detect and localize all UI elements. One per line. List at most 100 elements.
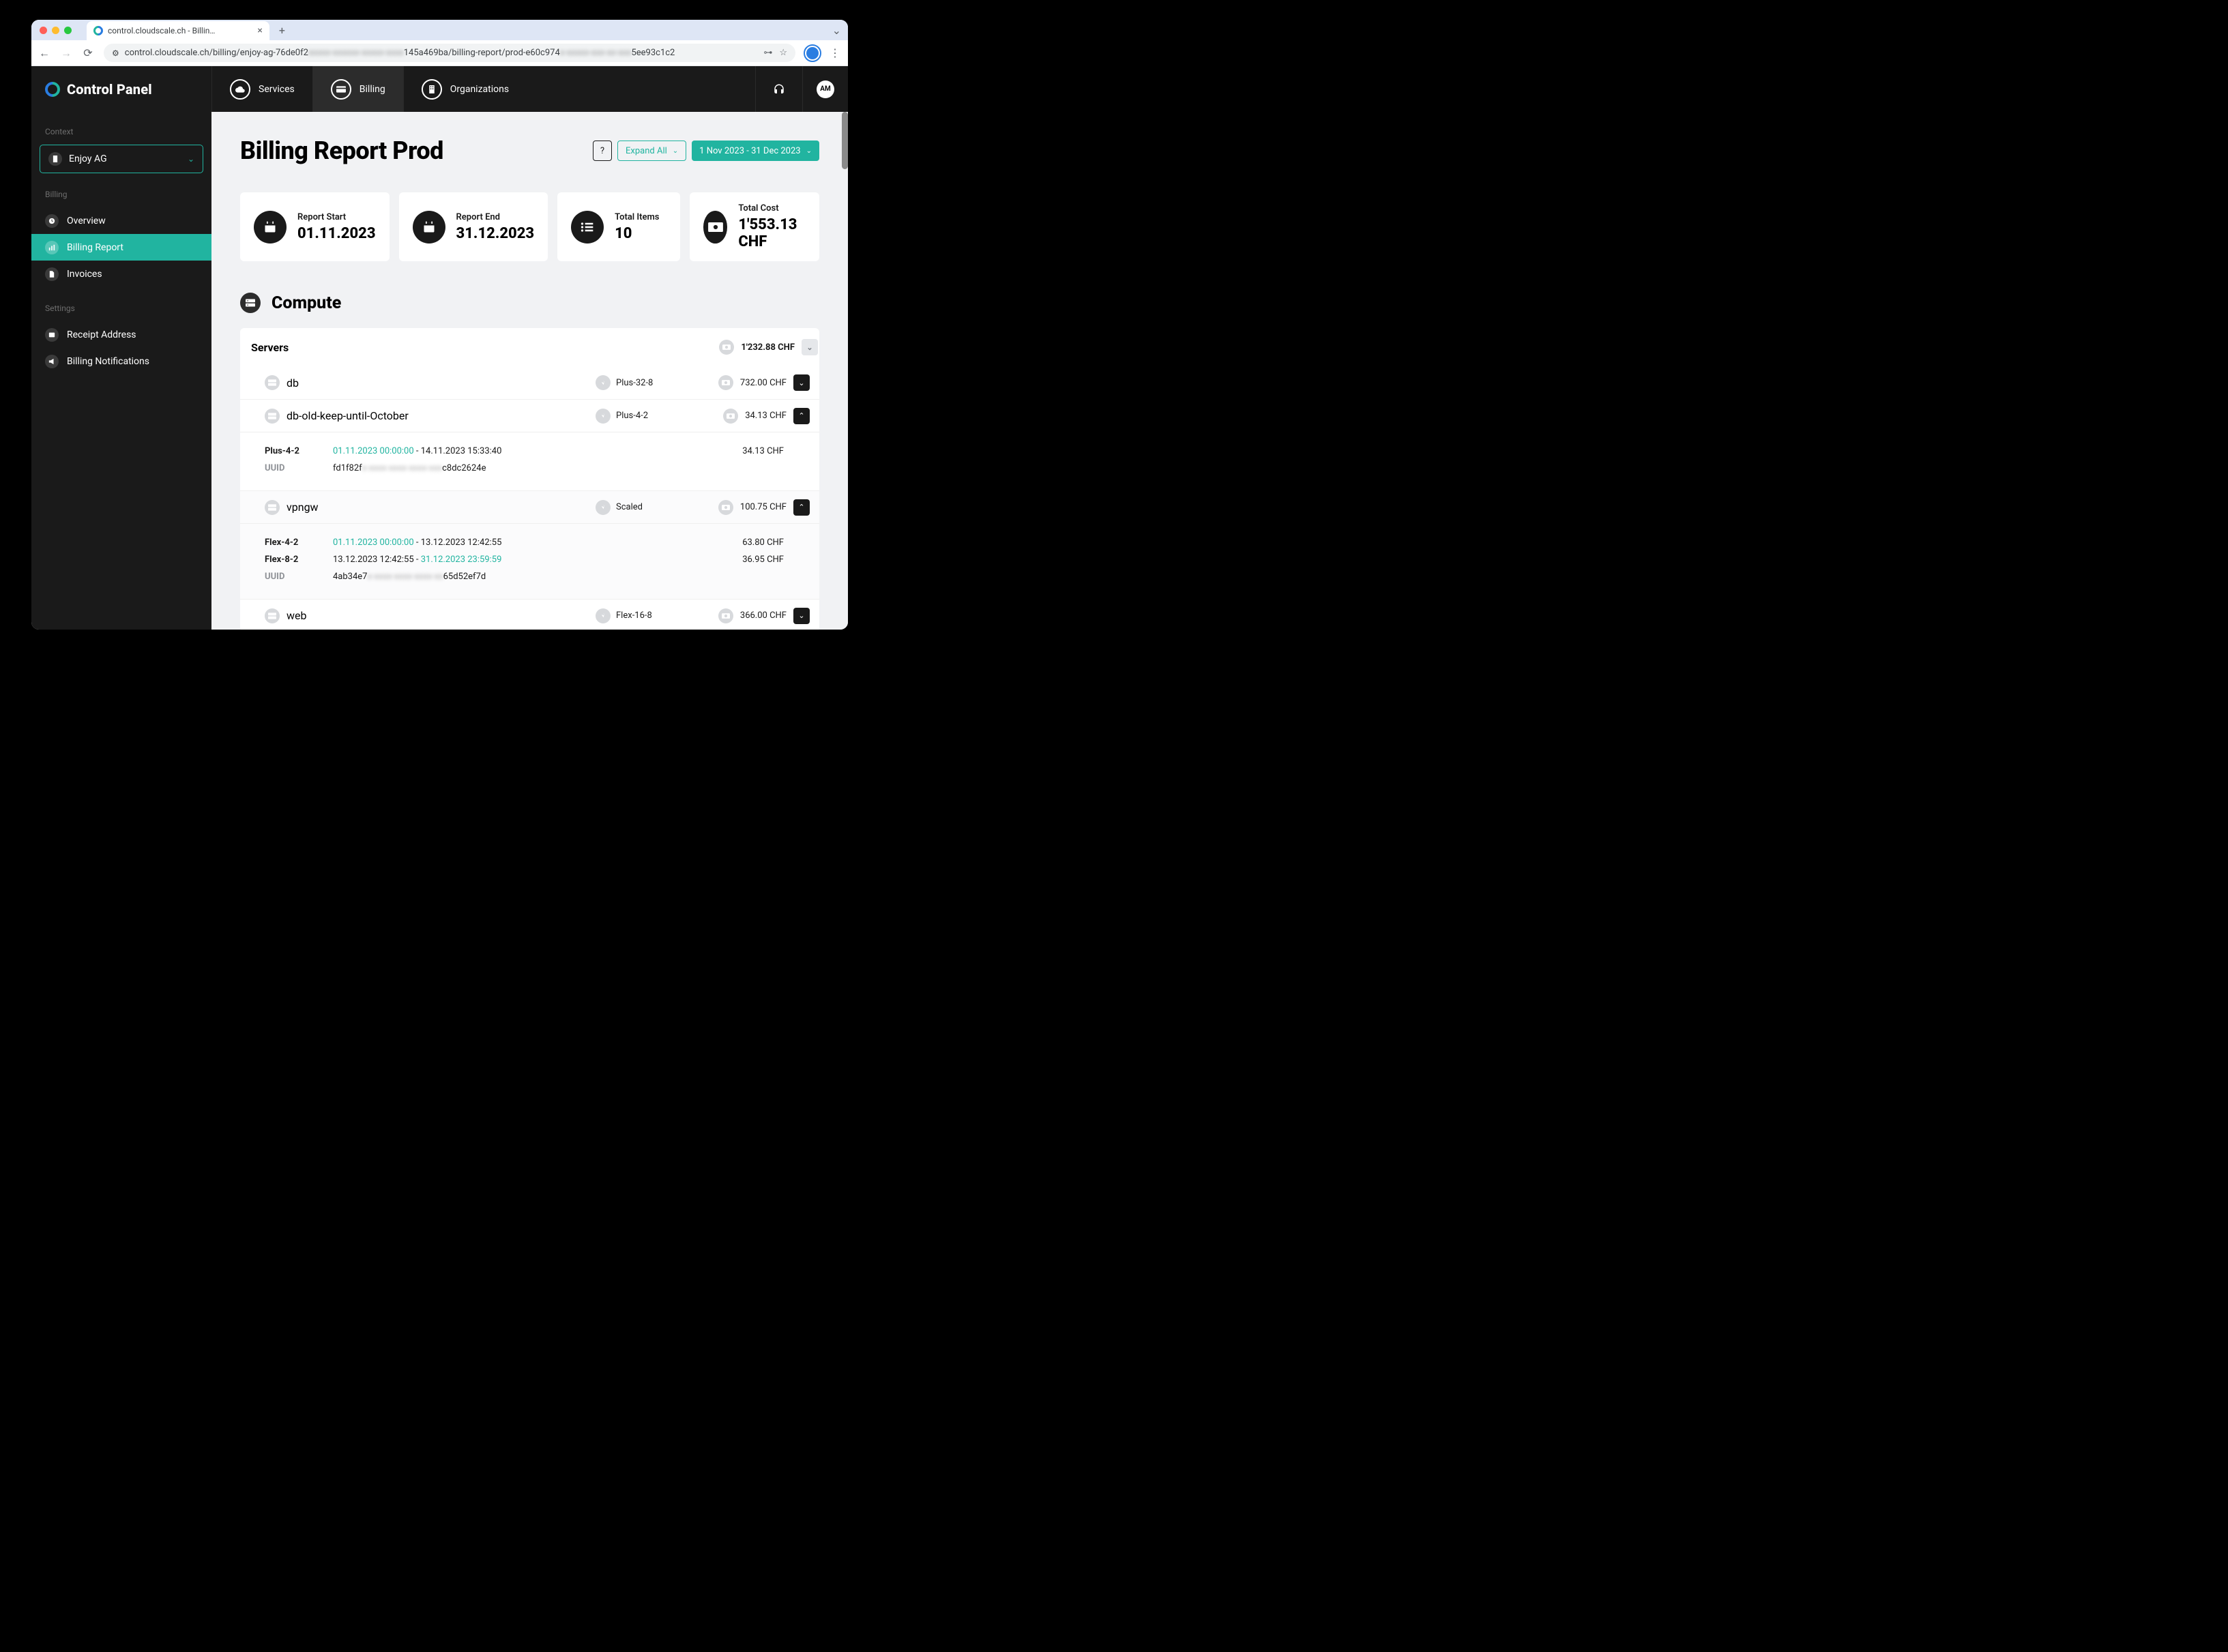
chevron-down-icon: ⌄ bbox=[806, 147, 812, 155]
forward-icon: → bbox=[60, 46, 72, 60]
server-name: web bbox=[287, 609, 307, 622]
back-icon[interactable]: ← bbox=[38, 46, 50, 60]
server-name: db-old-keep-until-October bbox=[287, 409, 409, 422]
sidebar-item-label: Billing Notifications bbox=[67, 356, 149, 367]
expand-toggle[interactable]: ⌄ bbox=[793, 608, 810, 624]
sidebar-item-receipt-address[interactable]: Receipt Address bbox=[31, 321, 211, 348]
server-flavor: Plus-4-2 bbox=[616, 411, 648, 421]
servers-total: 1'232.88 CHF bbox=[741, 342, 795, 353]
date-range-button[interactable]: 1 Nov 2023 - 31 Dec 2023 ⌄ bbox=[692, 141, 819, 161]
context-label: Context bbox=[31, 127, 211, 136]
detail-cost: 36.95 CHF bbox=[720, 552, 808, 569]
nav-label: Services bbox=[259, 84, 295, 95]
calendar-icon bbox=[413, 211, 445, 244]
money-icon bbox=[703, 211, 727, 244]
file-icon bbox=[45, 267, 59, 281]
traffic-lights bbox=[40, 27, 72, 34]
tab-overflow-icon[interactable]: ⌄ bbox=[832, 24, 841, 37]
profile-avatar-icon[interactable] bbox=[805, 46, 820, 61]
user-avatar: AM bbox=[817, 80, 834, 98]
server-icon bbox=[265, 409, 280, 424]
card-total-cost: Total Cost 1'553.13 CHF bbox=[690, 192, 819, 261]
flavor-icon bbox=[596, 409, 611, 424]
browser-window: control.cloudscale.ch - Billin… × + ⌄ ← … bbox=[31, 20, 848, 630]
nav-services[interactable]: Services bbox=[211, 66, 312, 112]
settings-section-label: Settings bbox=[31, 304, 211, 313]
brand[interactable]: Control Panel bbox=[31, 66, 211, 112]
table-row: vpngwScaled100.75 CHF⌃ bbox=[240, 490, 819, 523]
card-label: Total Items bbox=[615, 212, 659, 222]
chevron-down-icon: ⌄ bbox=[188, 154, 194, 164]
reload-icon[interactable]: ⟳ bbox=[82, 46, 94, 59]
browser-toolbar: ← → ⟳ ⚙ control.cloudscale.ch/billing/en… bbox=[31, 40, 848, 66]
detail-timespan: 01.11.2023 00:00:00 - 14.11.2023 15:33:4… bbox=[333, 443, 720, 460]
expand-all-button[interactable]: Expand All ⌄ bbox=[617, 141, 686, 161]
browser-menu-icon[interactable]: ⋮ bbox=[830, 46, 841, 59]
money-icon bbox=[723, 409, 738, 424]
site-settings-icon[interactable]: ⚙ bbox=[112, 48, 119, 58]
card-value: 1'553.13 CHF bbox=[738, 216, 806, 250]
nav-billing[interactable]: Billing bbox=[312, 66, 403, 112]
expand-toggle[interactable]: ⌄ bbox=[793, 374, 810, 391]
table-row: webFlex-16-8366.00 CHF⌄ bbox=[240, 599, 819, 630]
servers-label: Servers bbox=[251, 341, 604, 354]
headset-icon bbox=[769, 79, 789, 100]
card-label: Report End bbox=[456, 212, 535, 222]
sidebar-item-invoices[interactable]: Invoices bbox=[31, 261, 211, 287]
sidebar-item-label: Receipt Address bbox=[67, 329, 136, 340]
sidebar-item-billing-report[interactable]: Billing Report bbox=[31, 234, 211, 261]
maximize-window-icon[interactable] bbox=[64, 27, 72, 34]
expand-toggle[interactable]: ⌃ bbox=[793, 408, 810, 424]
url-field[interactable]: ⚙ control.cloudscale.ch/billing/enjoy-ag… bbox=[104, 44, 795, 62]
card-label: Total Cost bbox=[738, 203, 806, 213]
section-title: Compute bbox=[272, 293, 341, 313]
server-icon bbox=[265, 608, 280, 623]
browser-tabbar: control.cloudscale.ch - Billin… × + ⌄ bbox=[31, 20, 848, 40]
money-icon bbox=[719, 340, 734, 355]
tab-title: control.cloudscale.ch - Billin… bbox=[108, 26, 215, 35]
nav-organizations[interactable]: Organizations bbox=[403, 66, 527, 112]
context-value: Enjoy AG bbox=[69, 153, 107, 164]
context-select[interactable]: Enjoy AG ⌄ bbox=[40, 145, 203, 173]
server-flavor: Scaled bbox=[616, 502, 643, 512]
expand-toggle[interactable]: ⌄ bbox=[802, 339, 818, 355]
detail-timespan: 01.11.2023 00:00:00 - 13.12.2023 12:42:5… bbox=[333, 535, 720, 552]
sidebar-item-overview[interactable]: Overview bbox=[31, 207, 211, 234]
building-icon bbox=[422, 79, 442, 100]
sidebar-item-billing-notifications[interactable]: Billing Notifications bbox=[31, 348, 211, 374]
minimize-window-icon[interactable] bbox=[52, 27, 59, 34]
expand-toggle[interactable]: ⌃ bbox=[793, 499, 810, 516]
scrollbar[interactable] bbox=[842, 112, 848, 169]
detail-cost: 63.80 CHF bbox=[720, 535, 808, 552]
favicon-icon bbox=[91, 24, 105, 38]
flavor-icon bbox=[596, 375, 611, 390]
money-icon bbox=[718, 608, 733, 623]
uuid-value: fd1f82fx-xxxx-xxxx-xxxx-xxxc8dc2624e bbox=[333, 460, 720, 477]
browser-tab[interactable]: control.cloudscale.ch - Billin… × bbox=[87, 21, 269, 40]
chart-icon bbox=[45, 241, 59, 254]
bookmark-icon[interactable]: ☆ bbox=[779, 48, 787, 58]
close-window-icon[interactable] bbox=[40, 27, 47, 34]
new-tab-icon[interactable]: + bbox=[279, 24, 285, 37]
clock-icon bbox=[45, 214, 59, 228]
help-label: ? bbox=[600, 146, 604, 156]
user-menu[interactable]: AM bbox=[803, 66, 848, 112]
flavor-icon bbox=[596, 500, 611, 515]
support-button[interactable] bbox=[755, 66, 803, 112]
building-icon bbox=[48, 152, 62, 166]
nav-label: Organizations bbox=[450, 84, 509, 95]
flavor-icon bbox=[596, 608, 611, 623]
detail-cost: 34.13 CHF bbox=[720, 443, 808, 460]
card-value: 10 bbox=[615, 225, 659, 242]
url-text: control.cloudscale.ch/billing/enjoy-ag-7… bbox=[125, 48, 675, 58]
page-titlebar: Billing Report Prod ? Expand All ⌄ 1 Nov… bbox=[240, 136, 819, 165]
brand-title: Control Panel bbox=[67, 81, 152, 98]
server-icon bbox=[240, 293, 261, 313]
server-flavor: Flex-16-8 bbox=[616, 610, 652, 621]
section-compute-header: Compute bbox=[240, 293, 819, 313]
nav-label: Billing bbox=[360, 84, 385, 95]
help-button[interactable]: ? bbox=[593, 141, 612, 161]
card-total-items: Total Items 10 bbox=[557, 192, 680, 261]
password-icon[interactable]: ⊶ bbox=[763, 48, 772, 58]
close-tab-icon[interactable]: × bbox=[257, 25, 262, 36]
